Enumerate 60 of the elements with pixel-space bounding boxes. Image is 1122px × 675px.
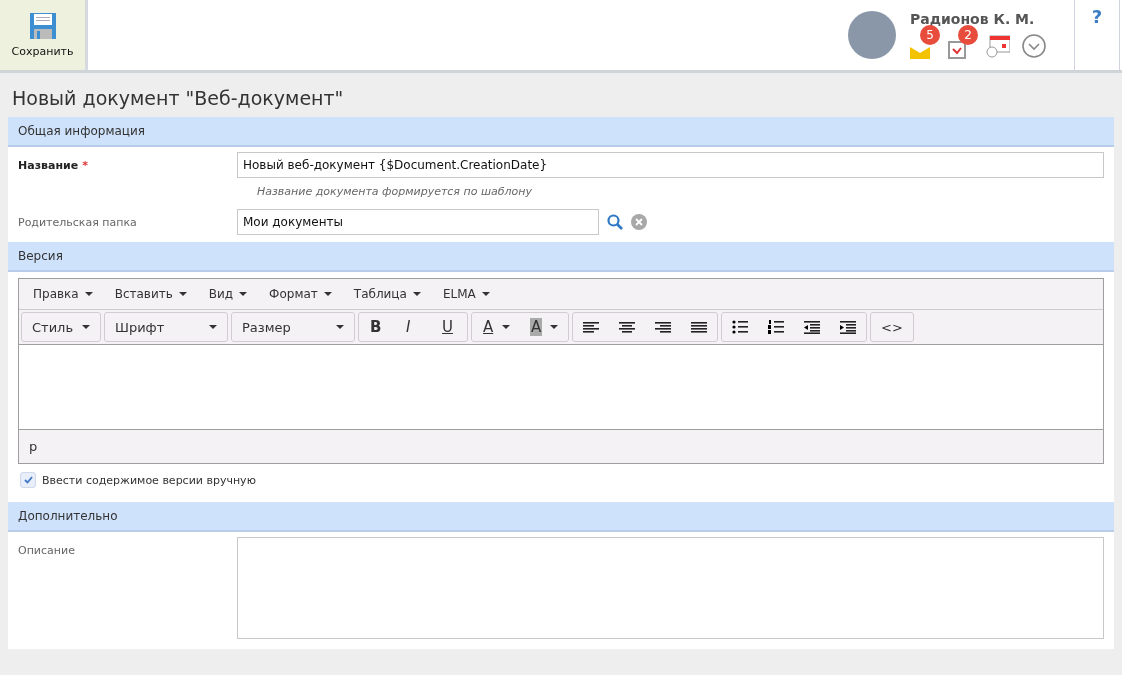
field-hint: Название документа формируется по шаблону: [256, 184, 533, 200]
search-icon[interactable]: [607, 214, 623, 230]
save-button[interactable]: Сохранить: [0, 0, 88, 70]
align-right-icon: [655, 320, 671, 334]
menu-item[interactable]: Вид: [200, 284, 256, 304]
calendar-icon[interactable]: [986, 34, 1010, 58]
name-input[interactable]: Новый веб-документ {$Document.CreationDate}: [237, 152, 1104, 178]
description-input[interactable]: [237, 537, 1104, 639]
caret-icon: [82, 325, 90, 329]
dropdown-button[interactable]: Размер: [232, 313, 354, 341]
color-button[interactable]: A: [520, 313, 568, 341]
section-header: Дополнительно: [8, 502, 1114, 532]
menu-item[interactable]: Формат: [261, 284, 340, 304]
caret-icon: [178, 292, 187, 296]
message-count: 5: [920, 25, 940, 45]
caret-icon: [336, 325, 344, 329]
clear-icon[interactable]: [631, 214, 647, 230]
chevron-down-circle-icon[interactable]: [1022, 34, 1046, 58]
avatar[interactable]: [848, 11, 896, 59]
caret-icon: [550, 325, 558, 329]
field-label: Родительская папка: [18, 215, 138, 229]
format-button[interactable]: I: [395, 313, 431, 341]
checkbox[interactable]: [20, 472, 36, 488]
page-title: Новый документ "Веб-документ": [11, 86, 345, 111]
outdent-icon: [804, 320, 820, 334]
menu-item[interactable]: Правка: [25, 284, 101, 304]
caret-icon: [481, 292, 490, 296]
align-left-icon: [583, 320, 599, 334]
caret-icon: [502, 325, 510, 329]
align-justify-icon: [691, 320, 707, 334]
bullet-list-icon: [732, 320, 748, 334]
task-count: 2: [958, 25, 978, 45]
dropdown-button[interactable]: Шрифт: [105, 313, 227, 341]
menu-item[interactable]: ELMA: [434, 284, 498, 304]
field-label: Название *: [18, 158, 89, 172]
section-header: Версия: [8, 242, 1114, 272]
numbered-list-icon: [768, 320, 784, 334]
format-button[interactable]: U: [431, 313, 467, 341]
caret-icon: [84, 292, 93, 296]
element-path: p: [28, 438, 39, 456]
check-icon: [23, 476, 33, 484]
folder-input[interactable]: Мои документы: [237, 209, 599, 235]
caret-icon: [209, 325, 217, 329]
caret-icon: [239, 292, 248, 296]
menu-item[interactable]: Вставить: [106, 284, 195, 304]
format-button[interactable]: B: [359, 313, 395, 341]
color-button[interactable]: A: [472, 313, 520, 341]
align-center-icon: [619, 320, 635, 334]
task-check-icon[interactable]: [948, 41, 966, 59]
user-name: Радионов К. М.: [910, 11, 1036, 27]
help-button[interactable]: ?: [1074, 0, 1120, 70]
indent-icon: [840, 320, 856, 334]
caret-icon: [412, 292, 421, 296]
checkbox-label: Ввести содержимое версии вручную: [42, 473, 256, 487]
section-header: Общая информация: [8, 117, 1114, 147]
field-label: Описание: [18, 543, 76, 557]
menu-item[interactable]: Таблица: [345, 284, 429, 304]
dropdown-button[interactable]: Стиль: [22, 313, 100, 341]
caret-icon: [323, 292, 332, 296]
source-code-button[interactable]: <>: [871, 313, 913, 341]
